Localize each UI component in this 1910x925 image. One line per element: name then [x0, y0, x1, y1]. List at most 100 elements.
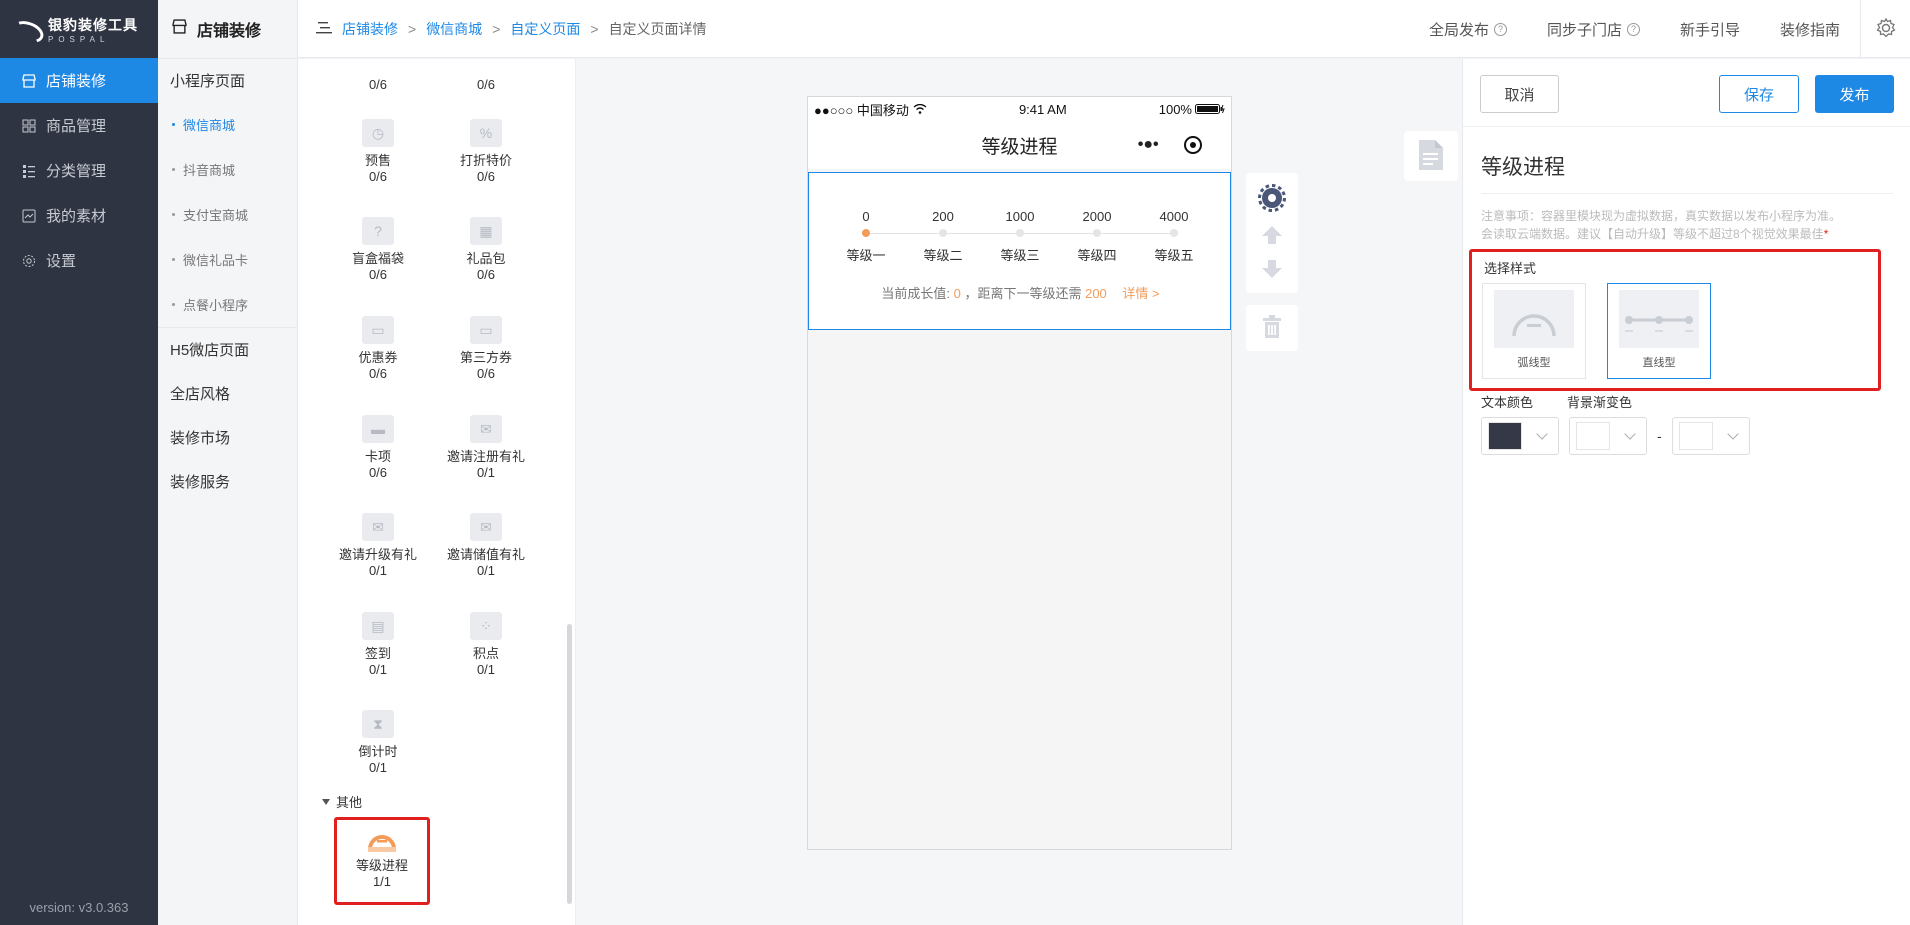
- gift-icon: ▦: [470, 217, 502, 245]
- discount-tag-icon: %: [470, 119, 502, 147]
- decor-guide-link[interactable]: 装修指南: [1760, 19, 1860, 40]
- breadcrumb-item-store-decor[interactable]: 店铺装修: [342, 19, 398, 39]
- grid-icon: [22, 119, 36, 133]
- sidebar-item-settings[interactable]: 设置: [0, 238, 158, 283]
- subnav-item-douyin-mall[interactable]: 抖音商城: [158, 147, 297, 192]
- component-invite-recharge[interactable]: ✉ 邀请储值有礼 0/1: [432, 513, 540, 579]
- publish-button[interactable]: 发布: [1815, 75, 1894, 113]
- chevron-down-icon: [1624, 428, 1636, 440]
- sidebar-item-categories[interactable]: 分类管理: [0, 148, 158, 193]
- close-target-icon[interactable]: [1184, 136, 1203, 154]
- level-progress-module[interactable]: 0 等级一 200 等级二 1000 等级三 2000 等级四 4000 等级五…: [808, 172, 1231, 330]
- more-dots-icon[interactable]: •●•: [1138, 136, 1159, 154]
- subnav-item-alipay-mall[interactable]: 支付宝商城: [158, 192, 297, 237]
- top-actions: 全局发布? 同步子门店? 新手引导 装修指南: [1409, 0, 1910, 58]
- style-option-arc[interactable]: 弧线型: [1482, 283, 1586, 379]
- subnav-item-order-miniprogram[interactable]: 点餐小程序: [158, 282, 297, 327]
- gear-icon: [1875, 17, 1897, 42]
- sidebar-item-label: 设置: [46, 253, 77, 270]
- subnav-group-store-style[interactable]: 全店风格: [158, 371, 297, 415]
- component-gift-pack[interactable]: ▦ 礼品包 0/6: [432, 217, 540, 283]
- breadcrumb-item-custom-page[interactable]: 自定义页面: [510, 19, 580, 39]
- app-logo[interactable]: 银豹装修工具 POSPAL: [0, 0, 158, 58]
- arrow-up-icon[interactable]: [1260, 223, 1284, 250]
- style-option-line[interactable]: 直线型: [1607, 283, 1711, 379]
- component-level-progress[interactable]: 等级进程 1/1: [334, 817, 430, 905]
- help-icon[interactable]: ?: [1626, 22, 1640, 36]
- component-invite-upgrade[interactable]: ✉ 邀请升级有礼 0/1: [324, 513, 432, 579]
- component-coupon[interactable]: ▭ 优惠券 0/6: [324, 316, 432, 382]
- component-countdown[interactable]: ⧗ 倒计时 0/1: [324, 710, 432, 776]
- chevron-down-icon: [1727, 428, 1739, 440]
- bullet-icon: [172, 213, 175, 216]
- save-button[interactable]: 保存: [1719, 75, 1799, 113]
- envelope-icon: ✉: [470, 415, 502, 443]
- settings-button[interactable]: [1860, 0, 1910, 58]
- top-header: 店铺装修 > 微信商城 > 自定义页面 > 自定义页面详情 全局发布? 同步子门…: [298, 0, 1910, 58]
- detail-link[interactable]: 详情 >: [1122, 286, 1159, 301]
- sidebar-item-materials[interactable]: 我的素材: [0, 193, 158, 238]
- component-points[interactable]: ⁘ 积点 0/1: [432, 612, 540, 678]
- panel-title: 等级进程: [1481, 156, 1565, 179]
- sub-sidebar: 店铺装修 小程序页面 微信商城 抖音商城 支付宝商城 微信礼品卡 点餐小程序 H…: [158, 0, 298, 925]
- subnav-group-h5[interactable]: H5微店页面: [158, 327, 297, 371]
- version-label: version: v3.0.363: [29, 900, 129, 915]
- subnav-item-wechat-mall[interactable]: 微信商城: [158, 102, 297, 147]
- level-dot: [1170, 229, 1178, 237]
- text-color-picker[interactable]: [1481, 417, 1559, 455]
- component-invite-register[interactable]: ✉ 邀请注册有礼 0/1: [432, 415, 540, 481]
- sync-store-link[interactable]: 同步子门店?: [1527, 19, 1660, 40]
- subnav-group-market[interactable]: 装修市场: [158, 415, 297, 459]
- page-settings-button[interactable]: [1404, 131, 1458, 181]
- sidebar-item-store-decor[interactable]: 店铺装修: [0, 58, 158, 103]
- sidebar-item-label: 我的素材: [46, 208, 107, 225]
- settings-gear-icon[interactable]: [1257, 183, 1287, 216]
- third-party-coupon-icon: ▭: [470, 316, 502, 344]
- level-dot: [1016, 229, 1024, 237]
- clock-label: 9:41 AM: [1018, 101, 1067, 117]
- component-checkin[interactable]: ▤ 签到 0/1: [324, 612, 432, 678]
- section-other-toggle[interactable]: 其他: [322, 792, 362, 811]
- sidebar-item-label: 店铺装修: [46, 73, 107, 90]
- envelope-icon: ✉: [362, 513, 394, 541]
- carrier-label: ●●○○○ 中国移动: [814, 102, 909, 118]
- growth-text: 当前成长值: 0 ，距离下一等级还需 200 详情 >: [881, 286, 1160, 301]
- miniprogram-capsule[interactable]: •●•: [1125, 130, 1215, 160]
- card-icon: ▬: [362, 415, 394, 443]
- notice-text: 注意事项：容器里模块现为虚拟数据，真实数据以发布小程序为准。 会读取云端数据。建…: [1481, 209, 1842, 241]
- gradient-dash: -: [1657, 428, 1662, 444]
- component-mystery-box[interactable]: ? 盲盒福袋 0/6: [324, 217, 432, 283]
- subnav-item-wechat-giftcard[interactable]: 微信礼品卡: [158, 237, 297, 282]
- component-third-party-coupon[interactable]: ▭ 第三方券 0/6: [432, 316, 540, 382]
- bg-end-color-picker[interactable]: [1671, 417, 1750, 455]
- delete-module-button[interactable]: [1246, 305, 1298, 351]
- breadcrumb-item-wechat-mall[interactable]: 微信商城: [426, 19, 482, 39]
- sidebar-item-products[interactable]: 商品管理: [0, 103, 158, 148]
- trash-icon: [1261, 314, 1283, 342]
- subnav-group-miniprogram[interactable]: 小程序页面: [158, 58, 297, 102]
- component-discount[interactable]: % 打折特价 0/6: [432, 119, 540, 185]
- menu-toggle-icon[interactable]: [316, 21, 332, 37]
- cancel-button[interactable]: 取消: [1480, 75, 1559, 113]
- bg-start-color-picker[interactable]: [1569, 417, 1647, 455]
- subnav-title: 店铺装修: [158, 0, 297, 58]
- subnav-group-service[interactable]: 装修服务: [158, 459, 297, 503]
- settings-panel: 取消 保存 发布 等级进程 注意事项：容器里模块现为虚拟数据，真实数据以发布小程…: [1462, 59, 1910, 925]
- component-scrollbar[interactable]: [567, 624, 572, 904]
- component-presale[interactable]: ◷ 预售 0/6: [324, 119, 432, 185]
- arrow-down-icon[interactable]: [1260, 257, 1284, 284]
- component-count: 0/6: [476, 77, 496, 92]
- points-icon: ⁘: [470, 612, 502, 640]
- chevron-down-icon: [1536, 428, 1548, 440]
- bullet-icon: [172, 258, 175, 261]
- beginner-guide-link[interactable]: 新手引导: [1660, 19, 1760, 40]
- text-color-swatch: [1488, 422, 1522, 450]
- level-dot: [1093, 229, 1101, 237]
- breadcrumb-sep: >: [590, 20, 599, 37]
- component-card[interactable]: ▬ 卡项 0/6: [324, 415, 432, 481]
- style-label: 选择样式: [1484, 261, 1537, 276]
- breadcrumb-sep: >: [492, 20, 501, 37]
- help-icon[interactable]: ?: [1493, 22, 1507, 36]
- publish-all-link[interactable]: 全局发布?: [1409, 19, 1527, 40]
- sidebar-item-label: 分类管理: [46, 163, 107, 180]
